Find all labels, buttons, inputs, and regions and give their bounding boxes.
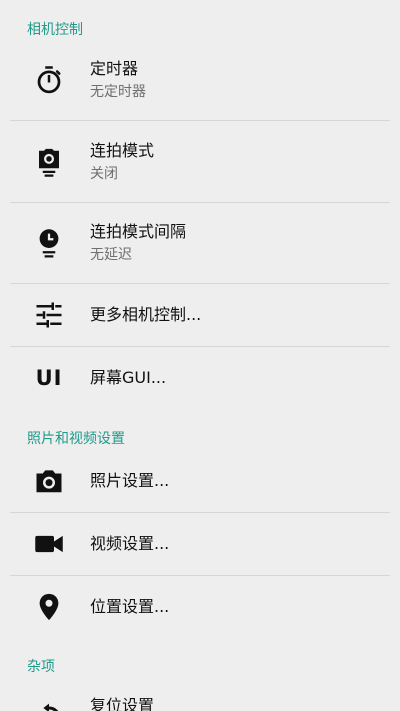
- pref-reset-settings[interactable]: 复位设置: [0, 680, 400, 711]
- pref-on-screen-gui-title: 屏幕GUI...: [90, 368, 167, 387]
- pref-burst-mode-summary: 关闭: [90, 166, 118, 182]
- videocam-icon: [34, 529, 64, 559]
- divider: [10, 120, 390, 121]
- camera-icon: [34, 466, 64, 496]
- pref-more-camera-controls[interactable]: 更多相机控制...: [0, 284, 400, 346]
- section-header-misc: 杂项: [27, 659, 55, 675]
- ui-icon-text: UI: [35, 366, 63, 390]
- tune-sliders-icon: [34, 300, 64, 330]
- pref-burst-mode[interactable]: 连拍模式 关闭: [0, 131, 400, 202]
- section-header-photo-video: 照片和视频设置: [27, 431, 125, 447]
- burst-mode-icon: [34, 147, 64, 177]
- pref-burst-mode-title: 连拍模式: [90, 141, 155, 160]
- pref-photo-settings-title: 照片设置...: [90, 471, 170, 490]
- pref-photo-settings[interactable]: 照片设置...: [0, 450, 400, 512]
- location-pin-icon: [34, 592, 64, 622]
- divider: [10, 202, 390, 203]
- reset-icon: [34, 703, 64, 711]
- ui-icon: UI: [34, 363, 64, 393]
- pref-more-camera-controls-title: 更多相机控制...: [90, 305, 202, 324]
- pref-location-settings-title: 位置设置...: [90, 597, 170, 616]
- pref-video-settings[interactable]: 视频设置...: [0, 513, 400, 575]
- section-header-camera-controls: 相机控制: [27, 22, 83, 38]
- pref-video-settings-title: 视频设置...: [90, 534, 170, 553]
- pref-burst-interval-summary: 无延迟: [90, 247, 132, 263]
- settings-screen: 相机控制 定时器 无定时器 连拍模式 关闭 连拍模式间隔 无延迟 更多相机控制.…: [0, 0, 400, 711]
- pref-timer[interactable]: 定时器 无定时器: [0, 50, 400, 120]
- pref-burst-interval-title: 连拍模式间隔: [90, 222, 187, 241]
- timer-icon: [34, 65, 64, 95]
- pref-reset-settings-title: 复位设置: [90, 696, 155, 711]
- burst-interval-icon: [34, 228, 64, 258]
- pref-burst-interval[interactable]: 连拍模式间隔 无延迟: [0, 212, 400, 283]
- pref-on-screen-gui[interactable]: UI 屏幕GUI...: [0, 347, 400, 409]
- pref-location-settings[interactable]: 位置设置...: [0, 576, 400, 638]
- pref-timer-title: 定时器: [90, 59, 139, 78]
- pref-timer-summary: 无定时器: [90, 84, 146, 100]
